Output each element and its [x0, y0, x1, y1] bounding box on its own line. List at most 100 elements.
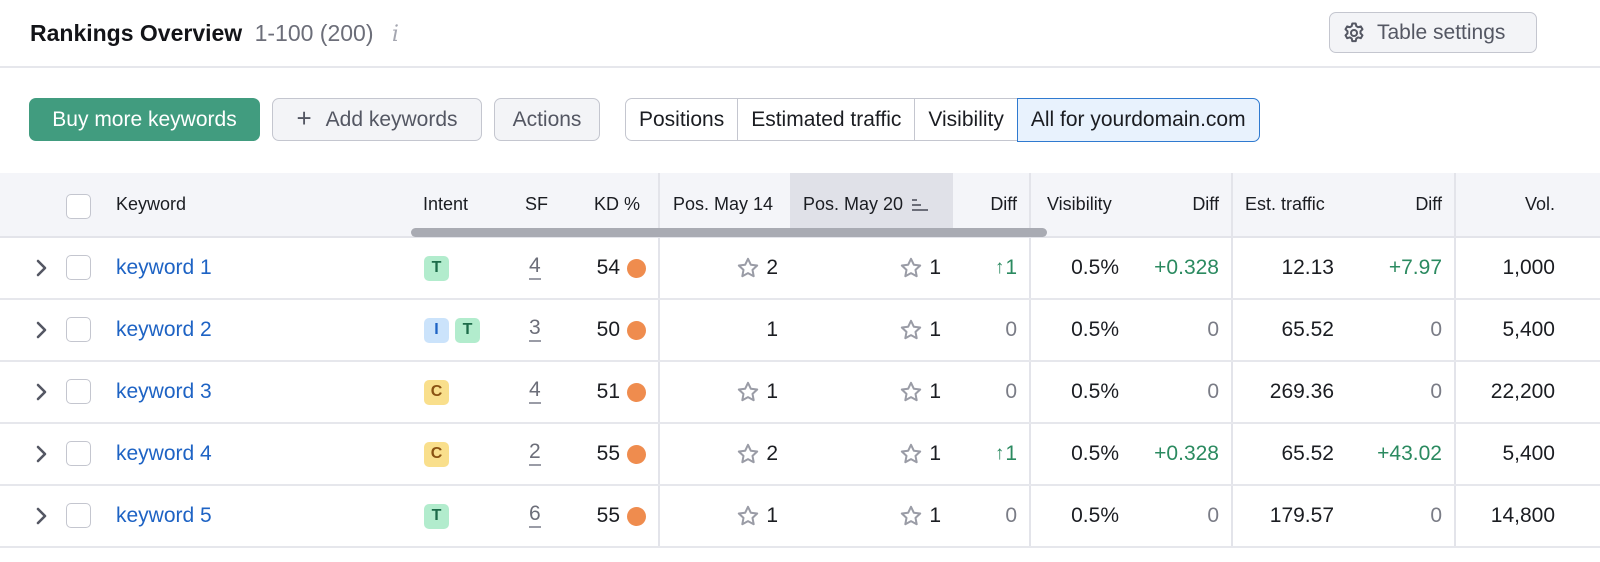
chevron-right-icon[interactable] — [34, 319, 50, 341]
keyword-link[interactable]: keyword 1 — [116, 256, 212, 280]
intent-badge-t[interactable]: T — [455, 317, 480, 343]
serp-features-count[interactable]: 4 — [529, 255, 541, 280]
keyword-link[interactable]: keyword 5 — [116, 504, 212, 528]
row-checkbox[interactable] — [66, 441, 91, 466]
intent-badge-t[interactable]: T — [424, 503, 449, 529]
chevron-right-icon[interactable] — [34, 443, 50, 465]
visibility-cell: 0.5% — [1071, 318, 1119, 341]
divider — [1029, 238, 1031, 298]
intent-badge-t[interactable]: T — [424, 255, 449, 281]
info-icon[interactable]: i — [392, 22, 399, 47]
intent-badge-i[interactable]: I — [424, 317, 449, 343]
kd-value: 54 — [596, 256, 620, 279]
visibility-cell: 0.5% — [1071, 256, 1119, 279]
tab-all-for-domain[interactable]: All for yourdomain.com — [1016, 97, 1260, 142]
kd-difficulty-dot — [627, 506, 646, 526]
divider — [1231, 486, 1233, 546]
visibility-diff-cell: +0.328 — [1154, 442, 1219, 465]
est-traffic-cell: 65.52 — [1281, 442, 1334, 465]
sf-cell: 2 — [529, 424, 541, 484]
col-traffic-diff[interactable]: Diff — [1360, 173, 1442, 236]
col-keyword[interactable]: Keyword — [116, 173, 186, 236]
kd-cell: 55 — [580, 486, 646, 546]
divider — [1231, 362, 1233, 422]
keyword-link[interactable]: keyword 4 — [116, 442, 212, 466]
keyword-link[interactable]: keyword 3 — [116, 380, 212, 404]
pos-diff-cell: 0 — [960, 486, 1017, 546]
chevron-right-icon[interactable] — [34, 381, 50, 403]
add-keywords-button[interactable]: + Add keywords — [272, 98, 482, 141]
visibility-cell: 0.5% — [1071, 504, 1119, 527]
divider — [1231, 238, 1233, 298]
row-checkbox[interactable] — [66, 317, 91, 342]
pos-may-20-value: 1 — [929, 504, 941, 527]
pos-may-14-value: 2 — [766, 256, 778, 279]
toolbar: Buy more keywords + Add keywords Actions… — [0, 97, 1600, 142]
buy-more-keywords-button[interactable]: Buy more keywords — [29, 98, 260, 141]
intent-badge-c[interactable]: C — [424, 441, 449, 467]
est-traffic-cell: 269.36 — [1269, 380, 1334, 403]
serp-features-count[interactable]: 6 — [529, 503, 541, 528]
col-intent[interactable]: Intent — [423, 173, 468, 236]
serp-features-count[interactable]: 4 — [529, 379, 541, 404]
table-settings-button[interactable]: Table settings — [1329, 12, 1537, 53]
keyword-cell: keyword 2 — [116, 300, 212, 360]
col-visibility-diff[interactable]: Diff — [1140, 173, 1219, 236]
divider — [658, 362, 660, 422]
traffic-diff-cell: 0 — [1430, 380, 1442, 403]
pos-diff-value: 1 — [1005, 442, 1017, 465]
col-sf[interactable]: SF — [525, 173, 548, 236]
divider — [1454, 486, 1456, 546]
keyword-cell: keyword 3 — [116, 362, 212, 422]
tab-estimated-traffic[interactable]: Estimated traffic — [737, 99, 915, 140]
divider — [1029, 486, 1031, 546]
table-row: keyword 1 T 4 54 2 1 ↑ 1 0.5% +0.328 12.13 +7.97 1,0… — [0, 238, 1600, 300]
row-checkbox[interactable] — [66, 255, 91, 280]
row-checkbox[interactable] — [66, 503, 91, 528]
chevron-right-icon[interactable] — [34, 505, 50, 527]
result-range: 1-100 (200) — [254, 20, 374, 46]
actions-button[interactable]: Actions — [494, 98, 600, 141]
divider — [1029, 424, 1031, 484]
pos-may-14-value: 1 — [766, 318, 778, 341]
col-pos-may-14[interactable]: Pos. May 14 — [660, 173, 790, 236]
pos-may-20-cell: 1 — [860, 424, 941, 484]
traffic-diff-cell: +43.02 — [1377, 442, 1442, 465]
gear-icon — [1344, 22, 1364, 42]
col-kd[interactable]: KD % — [594, 173, 640, 236]
serp-features-count[interactable]: 2 — [529, 441, 541, 466]
divider — [1029, 362, 1031, 422]
pos-may-14-cell: 2 — [700, 238, 778, 298]
pos-may-14-cell: 1 — [700, 300, 778, 360]
col-visibility[interactable]: Visibility — [1047, 173, 1112, 236]
select-all-checkbox[interactable] — [66, 194, 91, 219]
pos-diff-cell: 0 — [960, 300, 1017, 360]
row-checkbox[interactable] — [66, 379, 91, 404]
volume-cell: 5,400 — [1502, 318, 1555, 341]
divider — [1029, 300, 1031, 360]
kd-difficulty-dot — [627, 382, 646, 402]
intent-cell: T — [424, 238, 455, 298]
col-pos-may-20[interactable]: Pos. May 20 — [790, 173, 953, 236]
divider — [1029, 173, 1031, 236]
chevron-right-icon[interactable] — [34, 257, 50, 279]
add-keywords-label: Add keywords — [325, 107, 458, 131]
arrow-up-icon: ↑ — [994, 443, 1005, 464]
keyword-link[interactable]: keyword 2 — [116, 318, 212, 342]
divider — [1454, 173, 1456, 236]
serp-features-count[interactable]: 3 — [529, 317, 541, 342]
pos-diff-value: 0 — [1005, 318, 1017, 341]
tab-positions[interactable]: Positions — [626, 99, 738, 140]
kd-difficulty-dot — [627, 320, 646, 340]
volume-cell: 1,000 — [1502, 256, 1555, 279]
divider — [658, 424, 660, 484]
horizontal-scrollbar[interactable] — [411, 228, 1047, 237]
col-est-traffic[interactable]: Est. traffic — [1245, 173, 1325, 236]
pos-diff-value: 0 — [1005, 380, 1017, 403]
intent-badge-c[interactable]: C — [424, 379, 449, 405]
kd-value: 50 — [596, 318, 620, 341]
tab-visibility[interactable]: Visibility — [914, 99, 1017, 140]
col-volume[interactable]: Vol. — [1460, 173, 1555, 236]
visibility-diff-cell: 0 — [1207, 380, 1219, 403]
col-pos-diff[interactable]: Diff — [953, 173, 1017, 236]
